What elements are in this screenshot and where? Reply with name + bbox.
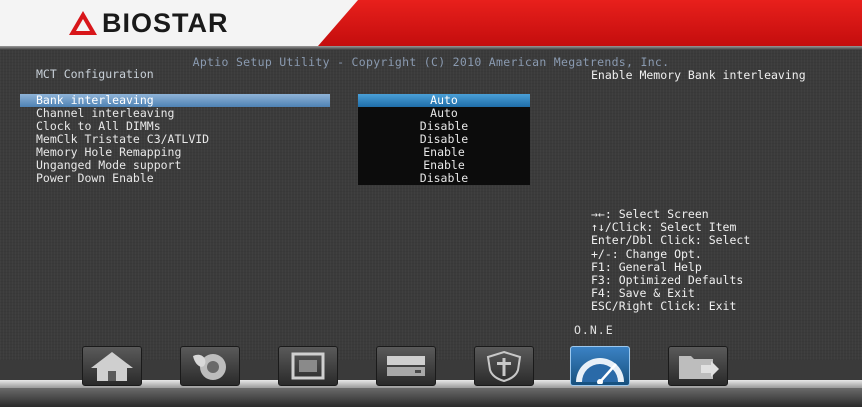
tab-main[interactable] <box>82 346 142 386</box>
top-banner: BIOSTAR <box>0 0 862 46</box>
active-tab-label: O.N.E <box>574 323 614 337</box>
tab-boot[interactable] <box>376 346 436 386</box>
logo-text: BIOSTAR <box>102 7 229 38</box>
key-help-item: Enter/Dbl Click: Select <box>591 233 751 248</box>
page-title: MCT Configuration <box>36 67 154 81</box>
biostar-triangle-icon <box>69 11 97 35</box>
boot-icon <box>387 356 425 376</box>
advanced-icon <box>193 354 226 380</box>
help-description: Enable Memory Bank interleaving <box>591 68 806 82</box>
setting-value-power-down-enable[interactable]: Disable <box>358 172 530 185</box>
tab-security[interactable] <box>474 346 534 386</box>
tab-save-exit[interactable] <box>668 346 728 386</box>
key-help-item: +/-: Change Opt. <box>591 246 702 261</box>
dock-base <box>0 388 862 407</box>
setting-label-power-down-enable[interactable]: Power Down Enable <box>36 172 154 185</box>
tab-advanced[interactable] <box>180 346 240 386</box>
banner-red-stripe <box>318 0 862 46</box>
home-icon <box>91 352 133 381</box>
one-overclock-icon <box>576 358 624 384</box>
key-help-item: ESC/Right Click: Exit <box>591 299 737 314</box>
key-help-list: →←: Select Screen ↑↓/Click: Select Item … <box>591 207 751 314</box>
security-icon <box>486 350 522 382</box>
save-exit-icon <box>679 356 719 379</box>
chipset-icon <box>291 352 325 380</box>
biostar-logo: BIOSTAR <box>68 8 229 38</box>
tab-one-overclock[interactable] <box>570 346 630 386</box>
tab-chipset[interactable] <box>278 346 338 386</box>
